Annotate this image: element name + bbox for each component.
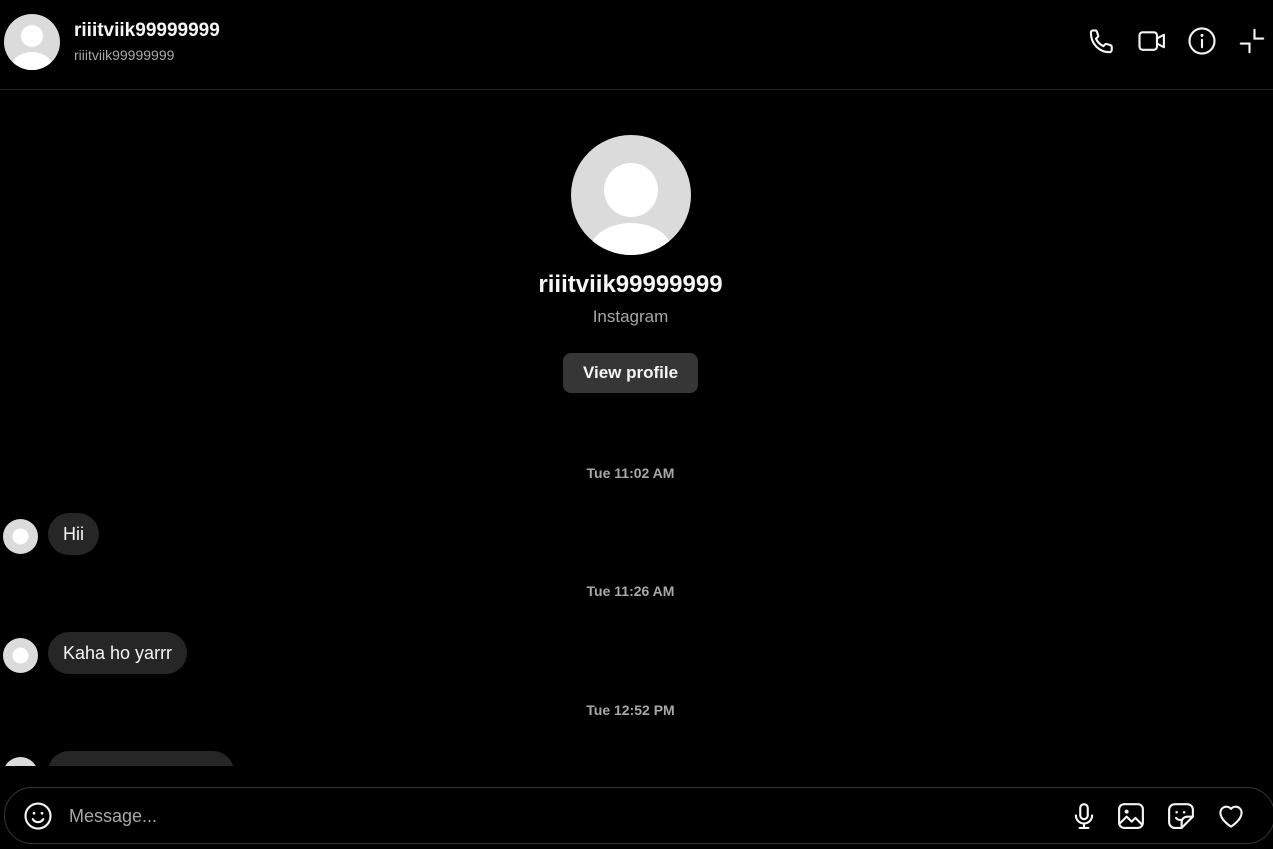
profile-display-name: riiitviik99999999 <box>538 271 723 298</box>
message-input[interactable] <box>67 798 1027 834</box>
profile-source: Instagram <box>592 307 669 326</box>
message-bubble[interactable]: Kaha ho yarrr <box>48 632 188 674</box>
chat-header: riiitviik99999999 riiitviik99999999 <box>0 0 1273 90</box>
message-bubble[interactable]: Hii <box>48 513 99 555</box>
default-avatar-icon <box>12 25 52 70</box>
default-avatar-icon <box>3 757 38 766</box>
emoji-icon[interactable] <box>23 801 53 831</box>
message-timestamp: Tue 11:26 AM <box>586 583 675 599</box>
minimize-icon[interactable] <box>1237 26 1267 56</box>
image-icon[interactable] <box>1116 801 1146 831</box>
sender-avatar[interactable] <box>3 757 38 766</box>
header-username: riiitviik99999999 <box>74 47 175 63</box>
default-avatar-icon <box>589 163 673 255</box>
video-camera-icon[interactable] <box>1137 26 1167 56</box>
profile-avatar <box>571 135 691 255</box>
sender-avatar[interactable] <box>3 638 38 673</box>
view-profile-button[interactable]: View profile <box>563 353 698 393</box>
default-avatar-icon <box>12 647 29 664</box>
phone-icon[interactable] <box>1087 26 1117 56</box>
message-timestamp: Tue 12:52 PM <box>586 702 675 718</box>
microphone-icon[interactable] <box>1069 801 1099 831</box>
sticker-icon[interactable] <box>1166 801 1196 831</box>
header-display-name[interactable]: riiitviik99999999 <box>74 20 220 42</box>
conversation-area[interactable]: riiitviik99999999 Instagram View profile… <box>0 91 1273 766</box>
heart-icon[interactable] <box>1216 801 1246 831</box>
message-bubble[interactable] <box>48 751 234 766</box>
message-timestamp: Tue 11:02 AM <box>586 465 675 481</box>
info-icon[interactable] <box>1187 26 1217 56</box>
default-avatar-icon <box>12 528 29 545</box>
message-composer <box>4 787 1273 844</box>
sender-avatar[interactable] <box>3 519 38 554</box>
header-avatar[interactable] <box>4 14 60 70</box>
